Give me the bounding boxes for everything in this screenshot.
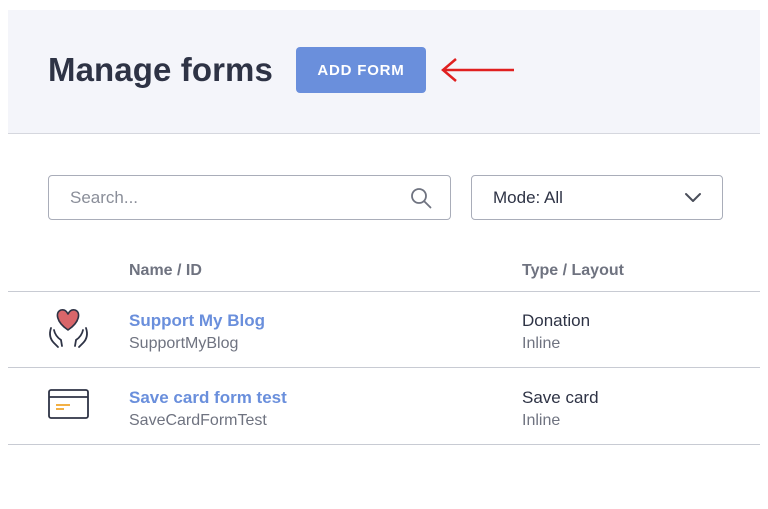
- search-icon[interactable]: [410, 187, 432, 209]
- page-title: Manage forms: [48, 51, 273, 88]
- forms-panel: Manage forms ADD FORM Mode: All Name / I…: [8, 10, 760, 500]
- add-form-button[interactable]: ADD FORM: [296, 47, 426, 93]
- page-header: Manage forms ADD FORM: [8, 10, 760, 134]
- heart-hands-icon: [49, 309, 88, 348]
- form-id: SaveCardFormTest: [129, 412, 267, 429]
- search-input[interactable]: [50, 177, 390, 218]
- form-name-link[interactable]: Save card form test: [129, 388, 287, 408]
- red-arrow-annotation: [441, 58, 514, 82]
- form-type: Save card: [522, 388, 599, 407]
- chevron-down-icon: [685, 193, 701, 202]
- column-header-name: Name / ID: [129, 262, 202, 279]
- form-type: Donation: [522, 311, 591, 330]
- mode-select[interactable]: Mode: All: [471, 175, 723, 220]
- mode-select-value: Mode: All: [493, 188, 563, 207]
- column-header-type: Type / Layout: [522, 262, 624, 279]
- form-id: SupportMyBlog: [129, 335, 239, 352]
- form-layout: Inline: [522, 335, 561, 352]
- table-divider: [8, 291, 760, 292]
- row-divider: [8, 367, 760, 368]
- form-layout: Inline: [522, 412, 561, 429]
- search-field[interactable]: [48, 175, 451, 220]
- row-divider: [8, 444, 760, 445]
- form-name-link[interactable]: Support My Blog: [129, 311, 265, 331]
- credit-card-icon: [48, 389, 89, 419]
